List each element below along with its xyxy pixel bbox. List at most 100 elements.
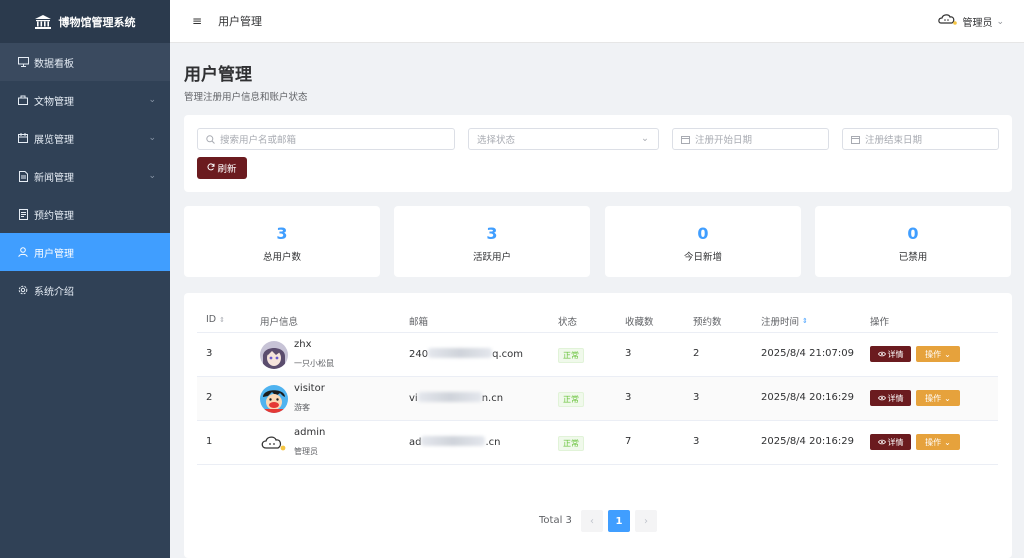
stat-label: 总用户数 [262, 252, 301, 263]
table-row: 3 zhx 一只小松鼠 240 q.com 正常 3 2 2025/8/4 21:… [197, 333, 998, 377]
user-nickname: 游客 [294, 403, 310, 412]
status-badge: 正常 [558, 436, 584, 451]
email-redaction [421, 436, 486, 446]
operations-dropdown-button[interactable]: 操作 ⌄ [916, 390, 960, 406]
eye-icon [877, 438, 886, 447]
sidebar-item-label: 预约管理 [34, 210, 74, 222]
pagination: Total 3 ‹ 1 › [184, 510, 1012, 532]
page-subtitle: 管理注册用户信息和账户状态 [184, 92, 308, 103]
sidebar-item-about[interactable]: 系统介绍 [0, 271, 170, 309]
table-row: 1 admin 管理员 ad .cn 正常 7 3 2025/8/4 20:16:… [197, 421, 998, 465]
main-content: 用户管理 管理注册用户信息和账户状态 搜索用户名或邮箱 选择状态 ⌄ 注册开始日… [170, 43, 1024, 558]
column-header-favorites: 收藏数 [625, 314, 654, 328]
sidebar-item-news[interactable]: 新闻管理 ⌄ [0, 157, 170, 195]
status-select[interactable]: 选择状态 ⌄ [468, 128, 659, 150]
refresh-button[interactable]: 刷新 [197, 157, 247, 179]
email-redaction [428, 348, 493, 358]
page-button[interactable]: 1 [608, 510, 630, 532]
eye-icon [877, 394, 886, 403]
chevron-down-icon: ⌄ [944, 349, 951, 359]
stat-label: 活跃用户 [472, 252, 511, 263]
cell-reservations: 3 [693, 436, 700, 447]
next-page-button[interactable]: › [635, 510, 657, 532]
column-header-label: ID [206, 314, 217, 325]
refresh-icon [207, 162, 215, 174]
end-date-input[interactable]: 注册结束日期 [842, 128, 999, 150]
cell-registered: 2025/8/4 20:16:29 [761, 392, 855, 403]
stat-value: 3 [276, 224, 288, 243]
detail-label: 详情 [887, 393, 904, 403]
column-header-actions: 操作 [870, 314, 889, 328]
cell-registered: 2025/8/4 20:16:29 [761, 436, 855, 447]
user-name: zhx [294, 339, 312, 350]
email-start: ad [409, 437, 422, 448]
operations-dropdown-button[interactable]: 操作 ⌄ [916, 346, 960, 362]
email-redaction [417, 392, 482, 402]
column-header-label: 预约数 [693, 317, 722, 328]
cell-reservations: 2 [693, 348, 700, 359]
stat-card-today: 0 今日新增 [605, 206, 801, 277]
email-end: .cn [485, 437, 501, 448]
email-start: 240 [409, 349, 429, 360]
user-name: admin [294, 427, 326, 438]
cell-favorites: 3 [625, 392, 632, 403]
document-icon [17, 170, 29, 182]
sidebar-item-label: 新闻管理 [34, 172, 74, 184]
column-header-label: 邮箱 [409, 317, 429, 328]
search-input[interactable]: 搜索用户名或邮箱 [197, 128, 455, 150]
sidebar-item-relics[interactable]: 文物管理 ⌄ [0, 81, 170, 119]
stat-card-active: 3 活跃用户 [394, 206, 590, 277]
table-header: ID ⇕ 用户信息 邮箱 状态 收藏数 预约数 注册时间 ⇕ 操作 [197, 307, 998, 333]
cell-favorites: 3 [625, 348, 632, 359]
user-menu[interactable]: 管理员 ⌄ [938, 13, 1004, 30]
stat-card-disabled: 0 已禁用 [815, 206, 1011, 277]
detail-button[interactable]: 详情 [870, 346, 911, 362]
sidebar-item-dashboard[interactable]: 数据看板 [0, 43, 170, 81]
operations-dropdown-button[interactable]: 操作 ⌄ [916, 434, 960, 450]
column-header-status: 状态 [558, 314, 577, 328]
chevron-down-icon: ⌄ [148, 95, 156, 105]
avatar [260, 385, 288, 413]
top-header: ≡ 用户管理 管理员 ⌄ [170, 0, 1024, 43]
email-start: vi [409, 393, 418, 404]
chevron-down-icon: ⌄ [944, 437, 951, 447]
sidebar-item-label: 文物管理 [34, 96, 74, 108]
detail-button[interactable]: 详情 [870, 434, 911, 450]
pagination-total: Total 3 [539, 515, 572, 526]
column-header-id[interactable]: ID ⇕ [206, 314, 225, 325]
cell-email: 240 q.com [409, 348, 523, 360]
prev-page-button[interactable]: ‹ [581, 510, 603, 532]
sidebar-item-label: 系统介绍 [34, 286, 74, 298]
stat-value: 3 [486, 224, 498, 243]
user-name: visitor [294, 383, 325, 394]
menu-toggle-icon[interactable]: ≡ [192, 14, 202, 28]
chevron-left-icon: ‹ [590, 515, 594, 527]
column-header-label: 注册时间 [761, 317, 800, 328]
chevron-down-icon: ⌄ [148, 133, 156, 143]
column-header-label: 收藏数 [625, 317, 654, 328]
sidebar-item-reservations[interactable]: 预约管理 [0, 195, 170, 233]
detail-button[interactable]: 详情 [870, 390, 911, 406]
avatar [260, 429, 288, 457]
user-name: 管理员 [962, 18, 993, 29]
user-icon [17, 246, 29, 258]
page-title: 用户管理 [184, 65, 252, 85]
email-end: q.com [492, 349, 523, 360]
cell-id: 3 [206, 348, 213, 359]
start-date-input[interactable]: 注册开始日期 [672, 128, 829, 150]
gear-icon [17, 284, 29, 296]
cell-email: ad .cn [409, 436, 501, 448]
start-date-placeholder: 注册开始日期 [695, 135, 753, 146]
sidebar-item-exhibitions[interactable]: 展览管理 ⌄ [0, 119, 170, 157]
chevron-right-icon: › [644, 515, 648, 527]
sidebar-item-users[interactable]: 用户管理 [0, 233, 170, 271]
search-icon [206, 134, 215, 144]
sidebar-item-label: 展览管理 [34, 134, 74, 146]
museum-icon [34, 14, 51, 29]
detail-label: 详情 [887, 437, 904, 447]
column-header-registered[interactable]: 注册时间 ⇕ [761, 314, 808, 328]
operations-label: 操作 [925, 437, 942, 447]
cell-favorites: 7 [625, 436, 632, 447]
status-badge: 正常 [558, 348, 584, 363]
sidebar-item-label: 用户管理 [34, 248, 74, 260]
